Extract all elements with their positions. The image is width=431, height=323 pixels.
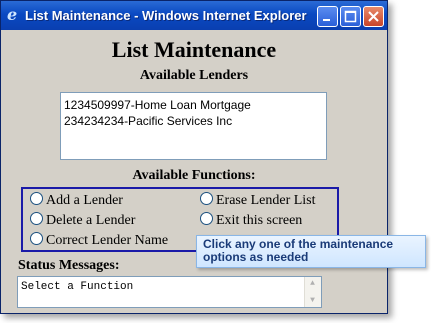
close-icon — [368, 11, 379, 22]
status-text: Select a Function — [21, 281, 134, 293]
radio-circle-icon[interactable] — [30, 212, 43, 225]
maximize-button[interactable] — [340, 6, 361, 27]
status-scrollbar[interactable]: ▲ ▼ — [304, 277, 321, 307]
close-button[interactable] — [363, 6, 384, 27]
internet-explorer-icon: e — [7, 5, 18, 24]
list-item[interactable]: 234234234-Pacific Services Inc — [64, 113, 323, 129]
maximize-icon — [344, 10, 357, 23]
radio-erase-lender-list[interactable]: Erase Lender List — [200, 192, 316, 209]
lenders-label: Available Lenders — [139, 68, 249, 83]
radio-circle-icon[interactable] — [30, 192, 43, 205]
radio-label: Delete a Lender — [46, 213, 136, 228]
functions-label: Available Functions: — [132, 168, 256, 183]
lenders-listbox[interactable]: 1234509997-Home Loan Mortgage 234234234-… — [60, 92, 327, 160]
status-label: Status Messages: — [18, 258, 120, 273]
radio-exit-screen[interactable]: Exit this screen — [200, 212, 302, 229]
radio-label: Exit this screen — [216, 213, 303, 228]
minimize-button[interactable] — [317, 6, 338, 27]
scroll-up-icon[interactable]: ▲ — [307, 279, 318, 288]
page-title: List Maintenance — [111, 37, 277, 62]
radio-label: Erase Lender List — [216, 193, 316, 208]
help-tooltip: Click any one of the maintenance options… — [196, 235, 426, 268]
radio-label: Add a Lender — [46, 193, 123, 208]
radio-delete-lender[interactable]: Delete a Lender — [30, 212, 135, 229]
radio-add-lender[interactable]: Add a Lender — [30, 192, 123, 209]
minimize-icon — [323, 19, 330, 21]
scroll-down-icon[interactable]: ▼ — [307, 296, 318, 305]
title-bar[interactable]: e List Maintenance - Windows Internet Ex… — [1, 1, 387, 30]
radio-circle-icon[interactable] — [30, 232, 43, 245]
tooltip-line: options as needed — [203, 250, 309, 264]
radio-label: Correct Lender Name — [46, 233, 169, 248]
window-title: List Maintenance - Windows Internet Expl… — [25, 8, 307, 23]
radio-circle-icon[interactable] — [200, 212, 213, 225]
radio-circle-icon[interactable] — [200, 192, 213, 205]
list-item[interactable]: 1234509997-Home Loan Mortgage — [64, 97, 323, 113]
radio-correct-lender-name[interactable]: Correct Lender Name — [30, 232, 168, 249]
status-messages-textarea[interactable]: Select a Function ▲ ▼ — [17, 276, 322, 308]
